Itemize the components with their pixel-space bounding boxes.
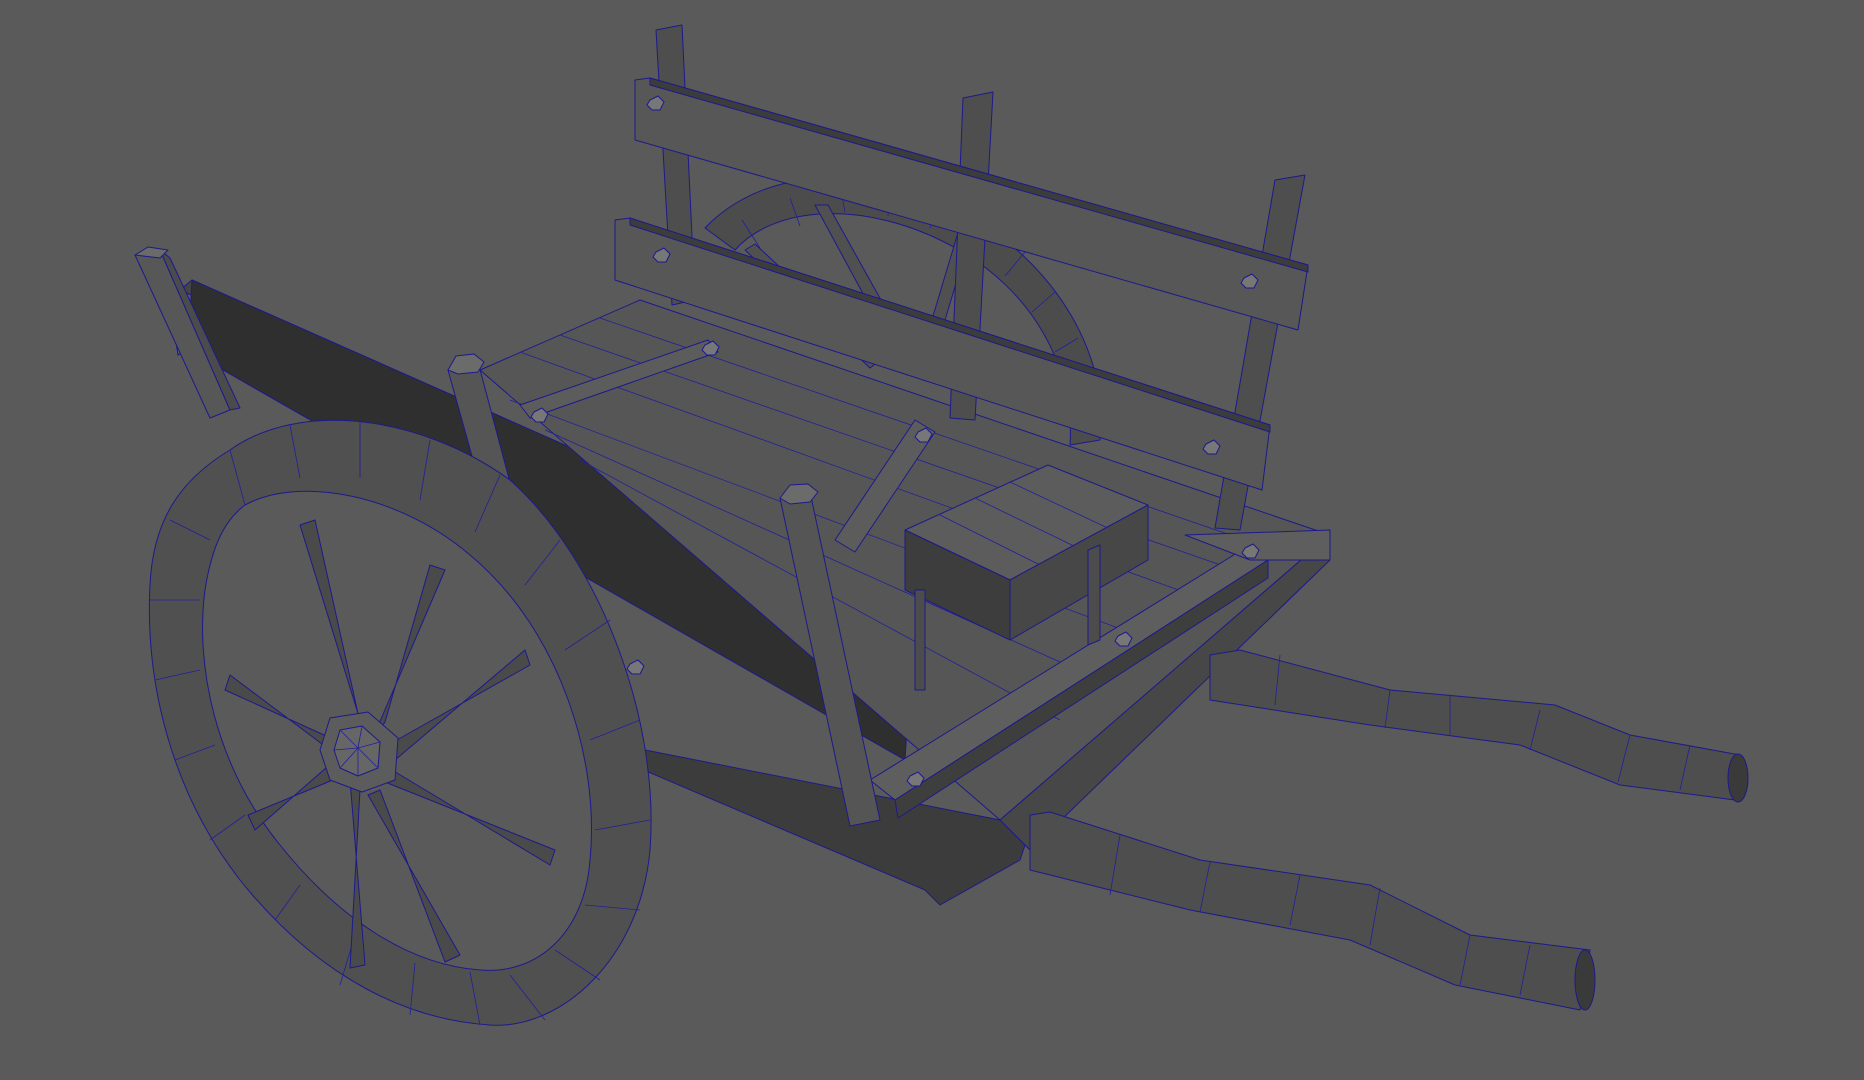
cart-wireframe-model[interactable] [0,0,1864,1080]
left-handle[interactable] [1029,811,1596,1011]
right-handle[interactable] [1209,649,1749,803]
3d-viewport[interactable] [0,0,1864,1080]
